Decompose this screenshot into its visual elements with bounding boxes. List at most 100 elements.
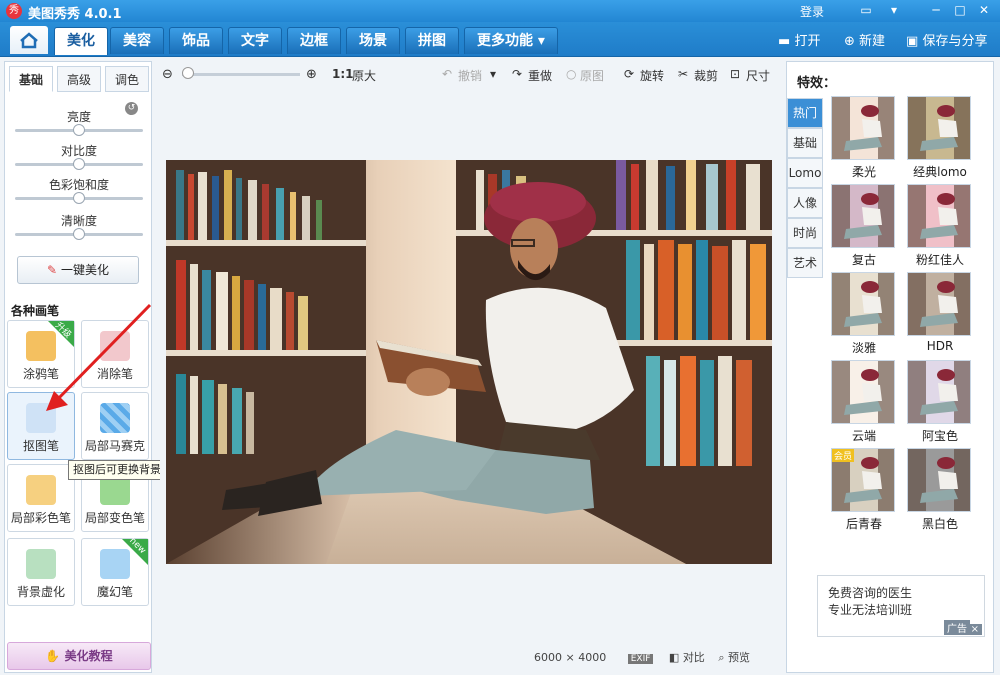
brush-local-color[interactable]: 局部彩色笔 [7,464,75,532]
rotate-icon[interactable]: ⟳ [624,67,634,81]
sharpness-label: 清晰度 [60,214,97,228]
effect-item[interactable]: 会员 后青春 [831,448,897,532]
close-icon[interactable]: ✕ [974,1,994,19]
effects-category-portrait[interactable]: 人像 [787,188,823,218]
effects-category-basic[interactable]: 基础 [787,128,823,158]
home-tab[interactable] [10,26,48,54]
login-link[interactable]: 登录 [800,3,824,20]
subtab-basic[interactable]: 基础 [9,66,53,92]
zoom-in-icon[interactable]: ⊕ [306,67,317,82]
new-button[interactable]: ⊕ 新建 [844,30,885,49]
effect-thumbnail[interactable] [831,272,895,336]
slider-track[interactable] [15,228,143,240]
save-icon: ▣ [906,34,919,49]
brightness-slider[interactable]: 亮度 [15,108,143,136]
effect-thumbnail[interactable] [907,184,971,248]
effect-item[interactable]: 阿宝色 [907,360,973,444]
brush-background-blur[interactable]: 背景虚化 [7,538,75,606]
maximize-icon[interactable]: □ [950,1,970,19]
effect-item[interactable]: 经典lomo [907,96,973,180]
minimize-icon[interactable]: ─ [926,1,946,19]
zoom-slider[interactable] [182,73,300,76]
effect-item[interactable]: 粉红佳人 [907,184,973,268]
effect-item[interactable]: HDR [907,272,973,353]
exif-button[interactable]: EXIF [627,654,654,664]
slider-knob[interactable] [73,124,85,136]
slider-knob[interactable] [73,228,85,240]
beautify-tutorial-button[interactable]: ✋ 美化教程 [7,642,151,670]
slider-track[interactable] [15,192,143,204]
one-to-one-label[interactable]: 1:1 [332,67,354,81]
zoom-out-icon[interactable]: ⊖ [162,67,173,82]
subtab-color[interactable]: 调色 [105,66,149,92]
effect-thumbnail[interactable] [831,360,895,424]
subtab-advanced[interactable]: 高级 [57,66,101,92]
size-button[interactable]: 尺寸 [746,67,770,84]
effect-thumbnail[interactable]: 会员 [831,448,895,512]
effects-category-art[interactable]: 艺术 [787,248,823,278]
open-button[interactable]: ▬ 打开 [778,30,820,49]
slider-knob[interactable] [73,192,85,204]
effect-preview-image [908,273,970,335]
tab-collage[interactable]: 拼图 [405,27,459,54]
tab-scene[interactable]: 场景 [346,27,400,54]
undo-icon[interactable]: ↶ [442,67,452,81]
effect-item[interactable]: 复古 [831,184,897,268]
effect-preview-image [832,361,894,423]
tab-text[interactable]: 文字 [228,27,282,54]
effect-thumbnail[interactable] [907,360,971,424]
effects-category-lomo[interactable]: Lomo [787,158,823,188]
effect-thumbnail[interactable] [907,96,971,160]
photo-image[interactable] [166,160,772,564]
tutorial-label: 美化教程 [64,649,113,663]
crop-button[interactable]: 裁剪 [694,67,718,84]
sharpness-slider[interactable]: 清晰度 [15,212,143,240]
effect-thumbnail[interactable] [907,448,971,512]
ad-banner[interactable]: 免费咨询的医生 专业无法培训班 广告 × [817,575,985,637]
save-share-button[interactable]: ▣ 保存与分享 [906,30,987,49]
effects-category-hot[interactable]: 热门 [787,98,823,128]
rotate-button[interactable]: 旋转 [640,67,664,84]
compare-button[interactable]: 对比 [683,651,705,664]
undo-button[interactable]: 撤销 [458,67,482,84]
effect-item[interactable]: 黑白色 [907,448,973,532]
scissors-icon[interactable]: ✂ [678,67,688,81]
contrast-slider[interactable]: 对比度 [15,142,143,170]
effect-item[interactable]: 淡雅 [831,272,897,356]
tab-more-features[interactable]: 更多功能 ▾ [464,27,558,54]
undo-dropdown-icon[interactable]: ▾ [490,67,496,81]
effect-thumbnail[interactable] [831,184,895,248]
menu-icon[interactable]: ▾ [884,1,904,19]
save-share-label: 保存与分享 [922,34,988,49]
original-button[interactable]: 原图 [580,67,604,84]
tab-border[interactable]: 边框 [287,27,341,54]
original-icon[interactable]: ○ [566,67,576,81]
original-size-button[interactable]: 原大 [352,67,376,84]
effects-category-fashion[interactable]: 时尚 [787,218,823,248]
tab-accessories[interactable]: 饰品 [169,27,223,54]
effect-thumbnail[interactable] [831,96,895,160]
effect-item[interactable]: 柔光 [831,96,897,180]
message-icon[interactable]: ▭ [856,1,876,19]
redo-icon[interactable]: ↷ [512,67,522,81]
image-canvas[interactable] [160,91,780,631]
effect-item[interactable]: 云端 [831,360,897,444]
tab-more-label: 更多功能 [477,33,533,49]
slider-track[interactable] [15,124,143,136]
resize-icon[interactable]: ⊡ [730,67,740,81]
slider-track[interactable] [15,158,143,170]
tab-beautify[interactable]: 美化 [54,27,108,55]
redo-button[interactable]: 重做 [528,67,552,84]
home-icon [20,32,38,49]
slider-knob[interactable] [73,158,85,170]
preview-button[interactable]: 预览 [728,651,750,664]
compare-icon[interactable]: ◧ [669,651,679,664]
ad-close-button[interactable]: × [967,624,982,635]
saturation-slider[interactable]: 色彩饱和度 [15,176,143,204]
tab-beauty[interactable]: 美容 [110,27,164,54]
preview-icon[interactable]: ⌕ [718,651,724,664]
zoom-knob[interactable] [181,67,194,79]
effect-thumbnail[interactable] [907,272,971,336]
one-click-beautify-button[interactable]: ✎ 一键美化 [17,256,139,284]
brush-magic[interactable]: 魔幻笔 new [81,536,149,606]
